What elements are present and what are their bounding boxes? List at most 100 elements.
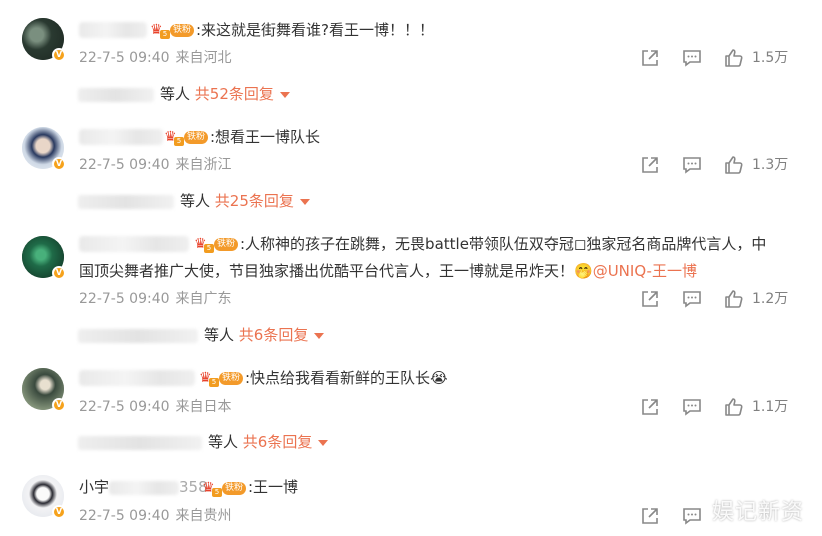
chevron-down-icon	[299, 198, 310, 205]
comment-meta: 22-7-5 09:40 来自广东	[79, 289, 238, 309]
comment-time: 22-7-5 09:40	[79, 508, 170, 524]
like-button[interactable]: 1.3万	[724, 155, 800, 175]
username-blurred[interactable]	[79, 22, 147, 38]
comment-icon	[683, 157, 701, 174]
comment-text: :来这就是街舞看谁?看王一博！！！	[196, 21, 435, 39]
comment-location: 来自浙江	[175, 157, 232, 173]
comment-text: :快点给我看看新鲜的王队长	[245, 369, 431, 387]
fan-badge: ♛ 5 铁粉	[202, 480, 246, 497]
comment-button[interactable]	[682, 155, 702, 175]
share-button[interactable]	[640, 155, 660, 175]
mention-link[interactable]: @UNIQ-王一博	[593, 262, 697, 280]
comment-button[interactable]	[682, 397, 702, 417]
like-count: 1.1万	[752, 399, 789, 415]
like-icon	[725, 290, 743, 308]
fan-badge: ♛ 5 铁粉	[194, 236, 238, 253]
like-count: 1.5万	[752, 50, 789, 66]
username-visible-start: 小宇	[79, 478, 110, 496]
share-button[interactable]	[640, 506, 660, 526]
comment-button[interactable]	[682, 506, 702, 526]
like-button[interactable]: 1.1万	[724, 397, 800, 417]
chevron-down-icon	[314, 332, 325, 339]
comment-icon	[683, 399, 701, 416]
fan-label: 铁粉	[222, 482, 246, 495]
fan-label: 铁粉	[170, 24, 194, 37]
verified-badge: V	[52, 157, 66, 171]
fan-level: 5	[212, 488, 222, 497]
verified-badge: V	[52, 48, 66, 62]
reply-count: 共52条回复	[194, 85, 274, 103]
like-icon	[725, 49, 743, 67]
share-button[interactable]	[640, 48, 660, 68]
watermark: 娱记新资	[711, 500, 804, 525]
comment-icon	[683, 291, 701, 308]
reply-suffix: 等人	[180, 192, 211, 210]
comment-actions: 1.3万	[640, 155, 800, 175]
fan-label: 铁粉	[184, 131, 208, 144]
like-count: 1.2万	[752, 291, 789, 307]
comment-text: :王一博	[248, 478, 299, 496]
comment-text-line2: 国顶尖舞者推广大使，节目独家播出优酷平台代言人，王一博就是吊炸天！🤭@UNIQ-…	[79, 258, 697, 284]
fan-badge: ♛ 5 铁粉	[164, 129, 208, 146]
fan-label: 铁粉	[214, 238, 238, 251]
reply-count: 共6条回复	[242, 433, 313, 451]
fan-level: 5	[160, 30, 170, 39]
comment-time: 22-7-5 09:40	[79, 50, 170, 66]
comment-location: 来自贵州	[175, 508, 232, 524]
verified-badge: V	[52, 505, 66, 519]
comment-location: 来自广东	[175, 291, 232, 307]
fan-badge: ♛ 5 铁粉	[199, 370, 243, 387]
comment-actions: 1.2万	[640, 289, 800, 309]
comment-meta: 22-7-5 09:40 来自浙江	[79, 155, 238, 175]
reply-suffix: 等人	[208, 433, 239, 451]
verified-badge: V	[52, 398, 66, 412]
share-button[interactable]	[640, 397, 660, 417]
username-blurred[interactable]	[79, 370, 195, 386]
emoji: 😭	[430, 369, 448, 387]
like-button[interactable]: 1.2万	[724, 289, 800, 309]
reply-suffix: 等人	[160, 85, 191, 103]
username-blurred[interactable]	[79, 129, 163, 145]
share-icon	[642, 157, 658, 173]
comment-meta: 22-7-5 09:40 来自贵州	[79, 506, 238, 526]
replier-blurred	[78, 87, 154, 102]
username-blurred[interactable]	[79, 236, 189, 252]
share-icon	[642, 399, 658, 415]
share-icon	[642, 291, 658, 307]
username[interactable]: 小宇 358	[79, 474, 208, 500]
fan-level: 5	[204, 244, 214, 253]
reply-count: 共25条回复	[214, 192, 294, 210]
replier-blurred	[78, 435, 202, 450]
reply-summary[interactable]: 等人 共52条回复	[78, 84, 290, 104]
like-icon	[725, 156, 743, 174]
comment-icon	[683, 50, 701, 67]
chevron-down-icon	[318, 439, 329, 446]
share-icon	[642, 508, 658, 524]
comment-time: 22-7-5 09:40	[79, 291, 170, 307]
share-button[interactable]	[640, 289, 660, 309]
reply-summary[interactable]: 等人 共6条回复	[78, 432, 329, 452]
comment-meta: 22-7-5 09:40 来自河北	[79, 48, 238, 68]
reply-summary[interactable]: 等人 共25条回复	[78, 191, 310, 211]
like-button[interactable]: 1.5万	[724, 48, 800, 68]
reply-suffix: 等人	[204, 326, 235, 344]
emoji: 🤭	[574, 262, 593, 280]
like-icon	[725, 398, 743, 416]
reply-summary[interactable]: 等人 共6条回复	[78, 325, 325, 345]
comment-text: :想看王一博队长	[210, 128, 321, 146]
comment-text: :人称神的孩子在跳舞，无畏battle带领队伍双夺冠◻独家冠名商品牌代言人，中	[240, 235, 767, 253]
comment-time: 22-7-5 09:40	[79, 157, 170, 173]
comment-text-line: :快点给我看看新鲜的王队长😭	[245, 365, 448, 391]
comment-button[interactable]	[682, 289, 702, 309]
replier-blurred	[78, 328, 198, 343]
reply-count: 共6条回复	[238, 326, 309, 344]
fan-level: 5	[174, 137, 184, 146]
share-icon	[642, 50, 658, 66]
like-count: 1.3万	[752, 157, 789, 173]
comment-button[interactable]	[682, 48, 702, 68]
comment-icon	[683, 508, 701, 525]
verified-badge: V	[52, 266, 66, 280]
username-blurred	[109, 480, 180, 495]
chevron-down-icon	[279, 91, 290, 98]
fan-badge: ♛ 5 铁粉	[150, 22, 194, 39]
